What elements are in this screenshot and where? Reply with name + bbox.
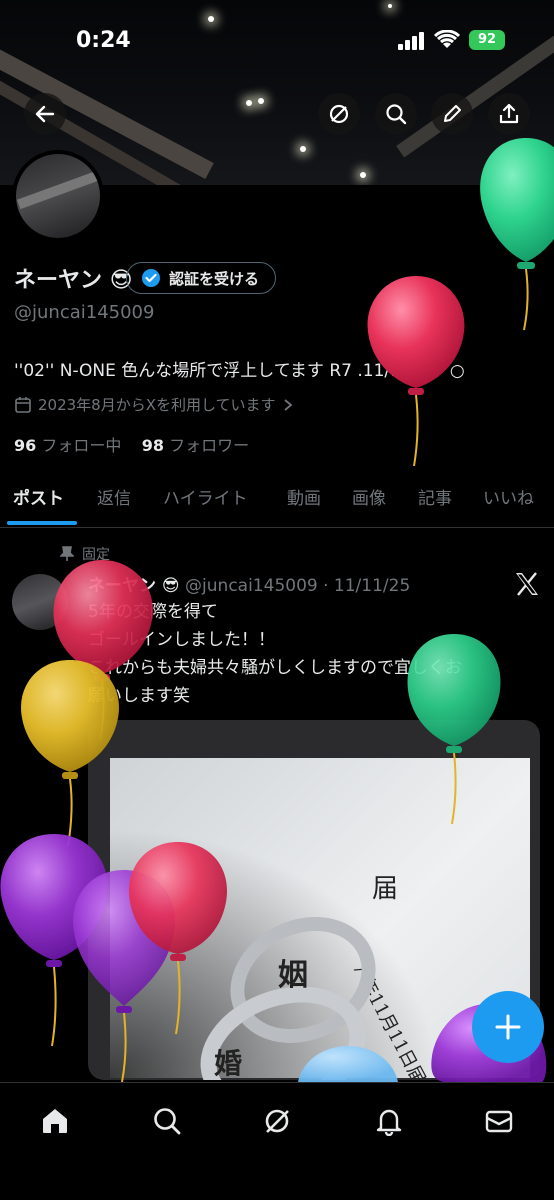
mail-icon [485, 1110, 513, 1133]
yellow-balloon [21, 660, 119, 847]
green-balloon [407, 634, 501, 825]
nav-home[interactable] [35, 1101, 75, 1141]
balloon-animation [0, 138, 554, 1085]
grok-icon [265, 1109, 289, 1133]
nav-notifications[interactable] [369, 1101, 409, 1141]
home-icon [43, 1109, 67, 1133]
blue-balloon [298, 1046, 398, 1082]
red-balloon [367, 276, 465, 467]
green-balloon [480, 138, 554, 331]
nav-messages[interactable] [479, 1101, 519, 1141]
bell-icon [376, 1109, 402, 1136]
plus-icon [495, 1014, 521, 1040]
nav-search[interactable] [147, 1101, 187, 1141]
compose-button[interactable] [472, 991, 544, 1063]
nav-grok[interactable] [257, 1101, 297, 1141]
search-icon [154, 1108, 181, 1135]
bottom-nav [0, 1082, 554, 1200]
